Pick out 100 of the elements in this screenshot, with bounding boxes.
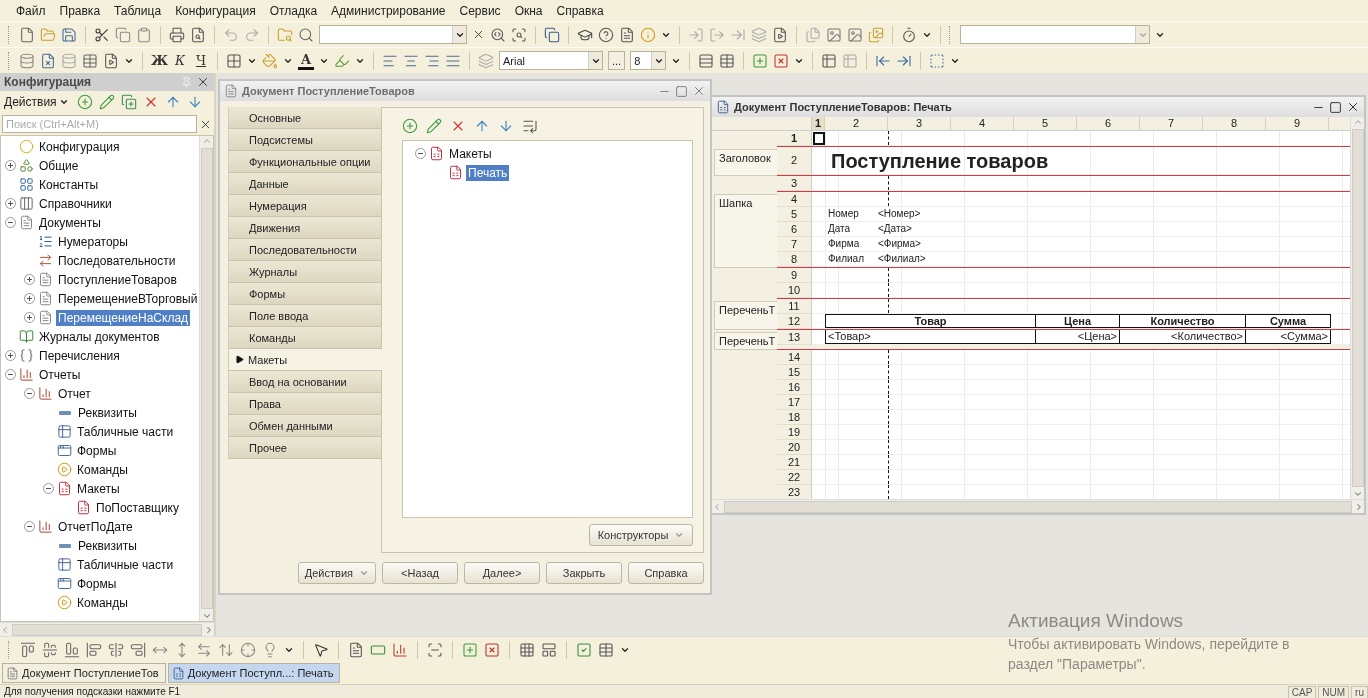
window-tab[interactable]: Документ Поступл...: Печать [167, 663, 341, 683]
collapse-icon[interactable] [24, 521, 35, 532]
column-number[interactable]: 3 [888, 117, 951, 130]
tree-item[interactable]: Нумераторы [56, 233, 130, 250]
tree-item[interactable]: ПоступлениеТоваров [56, 271, 179, 288]
tree-item[interactable]: Общие [37, 157, 81, 174]
row-number[interactable]: 14 [777, 350, 812, 365]
tree-item[interactable]: ПеремещениеВТорговый [56, 290, 199, 307]
row-number[interactable]: 9 [777, 268, 812, 283]
tab[interactable]: Обмен данными [228, 415, 381, 437]
tree-item[interactable]: Справочники [37, 195, 114, 212]
menu-item[interactable]: Правка [59, 3, 101, 18]
tab[interactable]: Журналы [228, 261, 381, 283]
images-icon[interactable] [868, 26, 884, 43]
tree-item[interactable]: Конфигурация [37, 138, 122, 155]
find-next-icon[interactable] [490, 26, 506, 43]
tree-item[interactable]: Макеты [75, 480, 122, 497]
row-number[interactable]: 5 [777, 207, 812, 222]
delete-rows-icon[interactable] [773, 52, 790, 69]
spacing-icon[interactable] [196, 641, 212, 658]
row-number[interactable]: 11 [777, 299, 812, 314]
font-more-button[interactable]: ... [608, 51, 626, 70]
menu-item[interactable]: Файл [16, 3, 46, 18]
rows-icon[interactable] [698, 52, 715, 69]
run-icon[interactable] [772, 26, 788, 43]
file-play-icon[interactable] [103, 52, 119, 69]
actions-button[interactable]: Действия [2, 95, 71, 109]
italic-button[interactable]: К [172, 53, 188, 68]
dialog-button[interactable]: Далее> [464, 562, 540, 584]
row-number[interactable]: 6 [777, 222, 812, 237]
column-number[interactable]: 6 [1077, 117, 1140, 130]
row-number[interactable]: 3 [777, 176, 812, 191]
preview-icon[interactable] [190, 26, 206, 43]
copy-icon[interactable] [115, 26, 131, 43]
expand-icon[interactable] [5, 350, 16, 361]
tree-item[interactable]: Константы [37, 176, 101, 193]
add-icon[interactable] [76, 94, 93, 110]
menu-item[interactable]: Таблица [114, 3, 162, 18]
windows-icon[interactable] [544, 26, 560, 43]
tree-item[interactable]: Формы [75, 442, 119, 459]
tree-item[interactable]: Реквизиты [76, 404, 139, 421]
collapse-icon[interactable] [5, 217, 16, 228]
folder-icon[interactable] [40, 26, 56, 43]
align-icon[interactable] [86, 641, 102, 658]
database-icon[interactable] [61, 52, 77, 69]
row-number[interactable]: 15 [777, 365, 812, 380]
scan-icon[interactable] [427, 641, 443, 658]
maximize-icon[interactable] [1329, 100, 1342, 114]
collapse-icon[interactable] [43, 483, 54, 494]
tab[interactable]: Нумерация [228, 195, 381, 217]
row-number[interactable]: 16 [777, 380, 812, 395]
window-tab[interactable]: Документ ПоступлениеТов [2, 663, 166, 683]
dialog-button[interactable]: Справка [628, 562, 704, 584]
scrollbar[interactable] [199, 136, 213, 621]
row-number[interactable]: 12 [777, 314, 812, 329]
tab[interactable]: Ввод на основании [228, 371, 381, 393]
column-number[interactable]: 2 [825, 117, 888, 130]
row-number[interactable]: 1 [777, 131, 812, 146]
row-number[interactable]: 7 [777, 237, 812, 252]
tree-item[interactable]: Последовательности [56, 252, 178, 269]
tree-item[interactable]: Макеты [447, 145, 494, 162]
align-icon[interactable] [42, 641, 58, 658]
pointer-icon[interactable] [313, 641, 329, 658]
printer-icon[interactable] [169, 26, 185, 43]
menu-item[interactable]: Конфигурация [175, 3, 256, 18]
expand-icon[interactable] [5, 198, 16, 209]
tree-item[interactable]: ОтчетПоДате [56, 518, 135, 535]
scrollbar[interactable] [0, 622, 214, 636]
borders-icon[interactable] [226, 52, 242, 69]
grid-icon[interactable] [519, 641, 535, 658]
tab[interactable]: Макеты [228, 349, 382, 371]
help-icon[interactable] [598, 26, 614, 43]
tab[interactable]: Последовательности [228, 239, 381, 261]
center-icon[interactable] [240, 641, 256, 658]
tree-item[interactable]: ПеремещениеНаСклад [56, 309, 191, 326]
font-size-field[interactable]: 8 [630, 51, 667, 70]
align-icon[interactable] [130, 641, 146, 658]
tab[interactable]: Движения [228, 217, 381, 239]
row-number[interactable]: 22 [777, 470, 812, 485]
tab[interactable]: Функциональные опции [228, 151, 381, 173]
row-number[interactable]: 19 [777, 425, 812, 440]
folder-search-icon[interactable] [277, 26, 293, 43]
headers-icon[interactable] [541, 641, 557, 658]
search-field[interactable]: Поиск (Ctrl+Alt+M) [2, 115, 197, 133]
tree-item[interactable]: Печать [466, 164, 510, 181]
menu-item[interactable]: Администрирование [331, 3, 446, 18]
add-cells-icon[interactable] [462, 641, 478, 658]
scrollbar[interactable] [1350, 117, 1364, 499]
section-label[interactable]: ПереченьТ [714, 332, 777, 350]
row-number[interactable]: 18 [777, 410, 812, 425]
table-icon[interactable] [719, 52, 736, 69]
spacing-icon[interactable] [218, 641, 234, 658]
table-icon[interactable] [82, 52, 98, 69]
text-icon[interactable] [348, 641, 364, 658]
find-previous-icon[interactable] [511, 26, 527, 43]
tree-item[interactable]: Табличные части [75, 423, 176, 440]
highlighter-icon[interactable] [334, 52, 350, 69]
pencil-icon[interactable] [98, 94, 115, 110]
tree-item[interactable]: Команды [75, 461, 130, 478]
tab[interactable]: Формы [228, 283, 381, 305]
